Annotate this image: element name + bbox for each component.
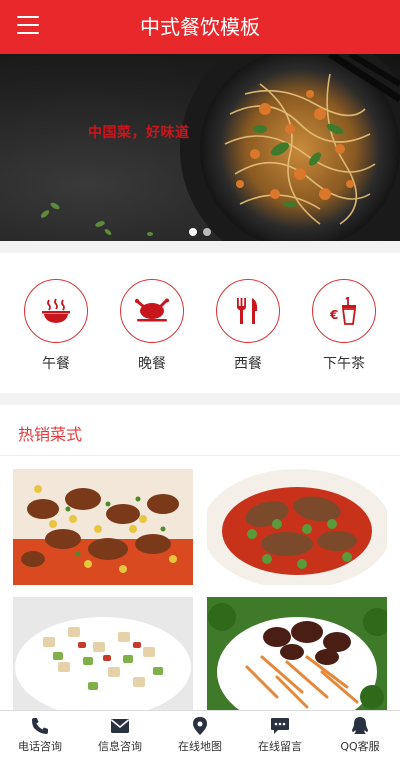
nav-label: 电话咨询 — [18, 740, 62, 753]
hot-dishes-section: 热销菜式 — [0, 405, 400, 713]
top-header: 中式餐饮模板 — [0, 0, 400, 54]
category-lunch[interactable]: 午餐 — [24, 279, 88, 373]
phone-icon — [32, 718, 48, 734]
dish-photo-mushroom-shreds — [207, 597, 387, 713]
category-afternoon-tea[interactable]: € 下午茶 — [312, 279, 376, 373]
fork-knife-icon — [216, 279, 280, 343]
nav-phone-consult[interactable]: 电话咨询 — [0, 711, 80, 760]
coffee-cup-icon: € — [312, 279, 376, 343]
category-menu: 午餐 晚餐 西餐 € 下午茶 — [0, 253, 400, 393]
banner-dot-1[interactable] — [189, 228, 197, 236]
chat-bubble-icon — [271, 718, 289, 734]
category-western[interactable]: 西餐 — [216, 279, 280, 373]
mail-icon — [110, 719, 130, 733]
section-divider — [0, 455, 400, 456]
page-title: 中式餐饮模板 — [140, 15, 260, 39]
banner-dot-2[interactable] — [203, 228, 211, 236]
hero-banner[interactable]: 中国菜，好味道 — [0, 54, 400, 241]
nav-online-message[interactable]: 在线留言 — [240, 711, 320, 760]
nav-message-consult[interactable]: 信息咨询 — [80, 711, 160, 760]
rice-bowl-icon — [24, 279, 88, 343]
dish-photo-diced-stirfry — [13, 597, 193, 713]
category-dinner[interactable]: 晚餐 — [120, 279, 184, 373]
nav-label: 在线留言 — [258, 740, 302, 753]
dish-card-1[interactable] — [13, 469, 193, 585]
banner-caption: 中国菜，好味道 — [88, 125, 190, 141]
category-label: 下午茶 — [323, 356, 365, 372]
dish-card-4[interactable] — [207, 597, 387, 713]
map-pin-icon — [193, 717, 207, 735]
dish-card-3[interactable] — [13, 597, 193, 713]
category-label: 晚餐 — [138, 356, 166, 372]
bottom-nav: 电话咨询 信息咨询 在线地图 在线留言 QQ客服 — [0, 710, 400, 760]
dish-card-2[interactable] — [207, 469, 387, 585]
category-label: 午餐 — [42, 356, 70, 372]
nav-label: 在线地图 — [178, 740, 222, 753]
roast-chicken-icon — [120, 279, 184, 343]
nav-qq-service[interactable]: QQ客服 — [320, 711, 400, 760]
dish-photo-sauced-meat — [207, 469, 387, 585]
banner-pagination — [189, 228, 211, 236]
nav-label: 信息咨询 — [98, 740, 142, 753]
qq-penguin-icon — [352, 717, 368, 734]
nav-online-map[interactable]: 在线地图 — [160, 711, 240, 760]
nav-label: QQ客服 — [340, 740, 380, 753]
dish-photo-tofu-tripe — [13, 469, 193, 585]
banner-noodle-bowl-image — [40, 54, 400, 241]
category-label: 西餐 — [234, 356, 262, 372]
svg-text:€: € — [329, 308, 338, 322]
section-title: 热销菜式 — [18, 425, 83, 444]
